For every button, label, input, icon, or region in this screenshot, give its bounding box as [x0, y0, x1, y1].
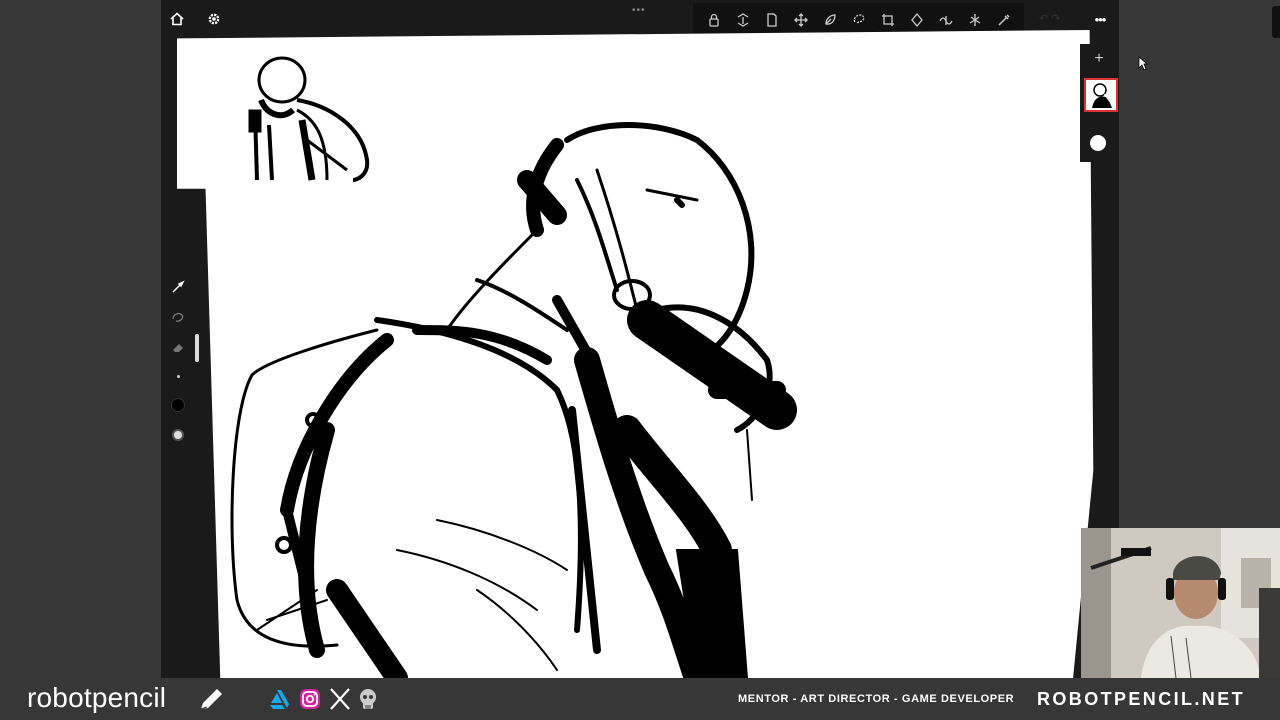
color-pick-icon	[997, 13, 1010, 26]
main-toolbar	[693, 3, 1024, 36]
stabilizer-icon	[938, 15, 953, 25]
x-icon[interactable]	[329, 688, 351, 710]
webcam-overlay	[1081, 528, 1280, 678]
current-color-button[interactable]	[1090, 135, 1106, 151]
crop-tool-button[interactable]	[877, 9, 899, 31]
drag-handle[interactable]: •••	[632, 5, 646, 16]
thumbnail-sketch	[248, 56, 370, 182]
sketch-drawing	[230, 56, 797, 678]
layer-preview	[1092, 83, 1112, 108]
stream-footer: robotpencil MENTOR - ART DIRECTOR - GAME…	[0, 678, 1280, 720]
smudge-icon	[172, 312, 184, 322]
more-options-button[interactable]: •••	[1089, 9, 1111, 29]
symmetry-tool-button[interactable]	[819, 9, 841, 31]
layer-thumbnail[interactable]	[1084, 78, 1118, 112]
lock-icon	[708, 13, 719, 27]
move-icon	[793, 12, 808, 27]
eraser-icon	[173, 344, 183, 352]
brush-icon	[172, 280, 185, 293]
artstation-icon[interactable]	[268, 688, 290, 710]
drawing-app-window: ••• ↶ ↷ ••• +	[161, 0, 1119, 678]
website-link[interactable]: ROBOTPENCIL.NET	[1037, 689, 1245, 710]
document-icon	[766, 12, 777, 27]
skull-icon[interactable]	[357, 688, 379, 710]
disabled-undo-icon: ↶ ↷	[1039, 13, 1061, 25]
perspective-icon	[969, 13, 980, 26]
main-figure-sketch	[230, 122, 797, 678]
symmetry-icon	[824, 13, 836, 25]
webcam-video	[1081, 528, 1280, 678]
settings-button[interactable]	[204, 9, 224, 29]
black-dot-icon	[171, 398, 185, 412]
brush-opacity-dot[interactable]	[169, 396, 187, 414]
eraser-tool-button[interactable]	[169, 338, 187, 356]
more-label: •••	[1094, 11, 1107, 27]
home-button[interactable]	[167, 9, 187, 29]
brand-name: robotpencil	[27, 682, 167, 713]
crop-icon	[881, 13, 894, 26]
document-tool-button[interactable]	[761, 9, 783, 31]
drawing-canvas[interactable]	[177, 30, 1094, 678]
small-dot-icon	[176, 374, 180, 378]
gear-icon	[208, 13, 220, 25]
add-layer-button[interactable]: +	[1090, 50, 1108, 68]
white-dot-icon	[172, 429, 184, 441]
move-tool-button[interactable]	[790, 9, 812, 31]
fill-icon	[910, 12, 923, 27]
transform-icon	[737, 12, 748, 27]
perspective-tool-button[interactable]	[964, 9, 986, 31]
lasso-tool-button[interactable]	[848, 9, 870, 31]
pencil-icon	[200, 689, 222, 710]
brush-size-slider[interactable]	[195, 334, 199, 362]
fill-tool-button[interactable]	[906, 9, 928, 31]
mouse-cursor-icon	[1138, 56, 1148, 71]
color-pick-tool-button[interactable]	[993, 9, 1015, 31]
stabilizer-tool-button[interactable]	[935, 9, 957, 31]
lock-tool-button[interactable]	[703, 9, 725, 31]
right-edge-handle[interactable]	[1272, 6, 1280, 38]
brush-tool-button[interactable]	[169, 278, 187, 296]
left-sidebar	[161, 270, 197, 460]
brush-size-dot[interactable]	[169, 367, 187, 385]
lasso-select-icon	[853, 13, 864, 24]
instagram-icon[interactable]	[299, 688, 321, 710]
transform-tool-button[interactable]	[732, 9, 754, 31]
tagline: MENTOR - ART DIRECTOR - GAME DEVELOPER	[738, 693, 1015, 705]
color-swatch-button[interactable]	[169, 426, 187, 444]
home-icon	[170, 12, 184, 26]
smudge-tool-button[interactable]	[169, 308, 187, 326]
layers-panel: +	[1080, 44, 1118, 162]
